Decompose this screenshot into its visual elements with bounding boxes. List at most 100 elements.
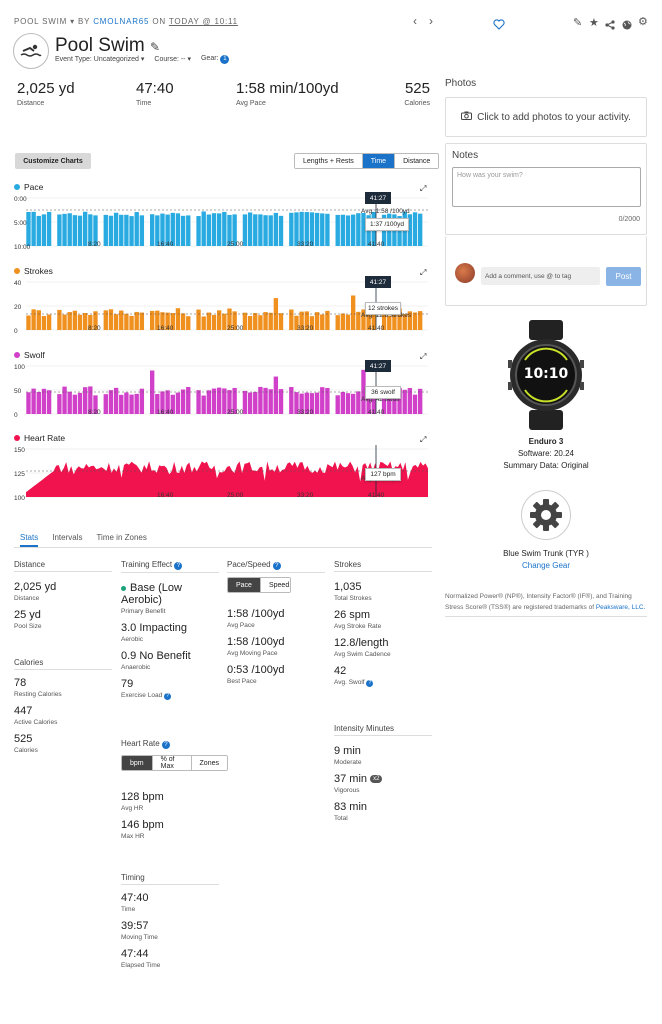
toggle-zones[interactable]: Zones	[191, 756, 227, 770]
toggle-percent-max[interactable]: % of Max	[152, 756, 192, 770]
toggle-distance[interactable]: Distance	[395, 154, 439, 168]
expand-chart-icon[interactable]: ⤢	[420, 184, 426, 194]
add-photos-label: Click to add photos to your activity.	[477, 111, 631, 123]
x-tick-label: 8:20	[88, 241, 101, 248]
tab-time-in-zones[interactable]: Time in Zones	[96, 533, 146, 547]
stat-label: Total Strokes	[334, 595, 372, 602]
toggle-speed[interactable]: Speed	[260, 578, 290, 592]
stats-strokes: Strokes 1,035 Total Strokes 26 spm Avg Str…	[334, 560, 432, 687]
info-icon[interactable]: ?	[174, 562, 183, 570]
comment-input[interactable]: Add a comment, use @ to tag	[481, 267, 600, 285]
chart-bar	[129, 315, 134, 330]
activity-meta: Event Type: Uncategorized ▾ Course: -- ▾…	[55, 55, 230, 64]
chart-tooltip: 36 swolf	[365, 386, 401, 399]
expand-chart-icon[interactable]: ⤢	[420, 435, 426, 445]
summary-time: 47:40 Time	[136, 80, 174, 107]
stats-heart-rate: Heart Rate ? bpm % of Max Zones 128 bpm A…	[121, 739, 228, 840]
add-photos-button[interactable]: Click to add photos to your activity.	[445, 97, 647, 137]
chart-bar	[242, 390, 248, 414]
chart-title-text: Swolf	[24, 350, 45, 360]
photos-title: Photos	[445, 78, 477, 89]
user-link[interactable]: CMOLNAR65	[93, 17, 149, 26]
chart-bar	[206, 312, 212, 330]
share-icon[interactable]	[605, 17, 615, 35]
course-select[interactable]: Course: -- ▾	[154, 55, 191, 64]
info-icon[interactable]: ?	[164, 693, 172, 700]
chart-bar	[186, 316, 191, 330]
info-icon[interactable]: ?	[161, 741, 170, 749]
change-gear-link[interactable]: Change Gear	[445, 560, 647, 572]
chart-bar	[175, 308, 181, 330]
stat-value: 83 min	[334, 801, 368, 813]
chart-bar	[62, 213, 67, 246]
by-text: BY	[78, 17, 91, 26]
toggle-lengths-rests[interactable]: Lengths + Rests	[295, 154, 363, 168]
toggle-bpm[interactable]: bpm	[122, 756, 153, 770]
stat-value: 39:57	[121, 920, 149, 932]
summary-value: 2,025 yd	[17, 80, 75, 97]
info-icon[interactable]: ?	[272, 562, 281, 570]
stat-label: Moderate	[334, 759, 362, 766]
x-tick-label: 33:20	[297, 409, 314, 416]
star-icon[interactable]: ★	[589, 16, 599, 29]
info-icon[interactable]: ?	[366, 680, 374, 687]
globe-icon[interactable]	[622, 17, 632, 35]
next-activity-icon[interactable]: ›	[429, 14, 433, 28]
edit-title-icon[interactable]: ✎	[150, 40, 160, 54]
chart-bar	[242, 214, 248, 246]
chart-bar	[278, 215, 284, 246]
legend-dot	[14, 352, 20, 358]
toggle-time[interactable]: Time	[362, 154, 396, 168]
sport-label[interactable]: POOL SWIM	[14, 17, 67, 26]
average-label: Avg: 1:58 /100yd	[361, 208, 410, 215]
stat-value: 9 min	[334, 745, 361, 757]
cursor-time-tag: 41:27	[365, 360, 391, 372]
stat-value: 2,025 yd	[14, 581, 57, 593]
chart-bar	[196, 309, 201, 330]
y-tick-label: 0	[14, 412, 18, 419]
chart-bar	[222, 211, 227, 246]
x-tick-label: 25:00	[227, 241, 244, 248]
tab-intervals[interactable]: Intervals	[52, 533, 82, 547]
post-button[interactable]: Post	[606, 267, 641, 286]
expand-chart-icon[interactable]: ⤢	[420, 352, 426, 362]
chart-bar	[345, 314, 351, 330]
title-text: Pool Swim	[55, 35, 145, 56]
chevron-down-icon[interactable]: ▾	[70, 17, 75, 26]
stats-intensity-minutes: Intensity Minutes 9 min Moderate 37 min x…	[334, 724, 432, 822]
section-heading: Pace/Speed ?	[227, 560, 325, 573]
chart-bar	[340, 391, 346, 414]
previous-activity-icon[interactable]: ‹	[413, 14, 417, 28]
gear-icon[interactable]	[521, 490, 571, 540]
edit-icon[interactable]: ✎	[573, 16, 582, 29]
multiplier-badge: x2	[370, 775, 383, 784]
event-type-select[interactable]: Event Type: Uncategorized ▾	[55, 55, 144, 64]
chart-bar	[247, 392, 253, 414]
chart-bar	[268, 215, 273, 246]
summary-distance: 2,025 yd Distance	[17, 80, 75, 107]
chart-title-heart-rate: Heart Rate	[14, 433, 65, 443]
gear-select[interactable]: Gear: 1	[201, 55, 230, 64]
expand-chart-icon[interactable]: ⤢	[420, 268, 426, 278]
hr-unit-toggle: bpm % of Max Zones	[121, 755, 228, 771]
chart-bar	[216, 310, 222, 330]
stat-label: Aerobic	[121, 636, 144, 643]
chart-xaxis-toggle: Lengths + Rests Time Distance	[294, 153, 440, 169]
chart-bar	[273, 376, 279, 414]
chart-bar	[124, 214, 129, 246]
heart-icon[interactable]	[493, 17, 505, 35]
chart-bar	[278, 313, 284, 330]
section-heading: Intensity Minutes	[334, 724, 432, 736]
gear-settings-icon[interactable]: ⚙	[638, 15, 648, 28]
customize-charts-button[interactable]: Customize Charts	[15, 153, 91, 169]
stat-value: 447	[14, 705, 33, 717]
chart-bar	[320, 314, 325, 330]
tab-stats[interactable]: Stats	[20, 533, 39, 547]
y-tick-label: 5:00	[14, 220, 27, 227]
peaksware-link[interactable]: Peaksware, LLC.	[596, 604, 646, 611]
chart-bar	[31, 388, 36, 414]
chart-bar	[350, 295, 356, 330]
chart-bar	[77, 314, 83, 330]
toggle-pace[interactable]: Pace	[228, 578, 261, 592]
notes-textarea[interactable]: How was your swim?	[452, 167, 641, 207]
